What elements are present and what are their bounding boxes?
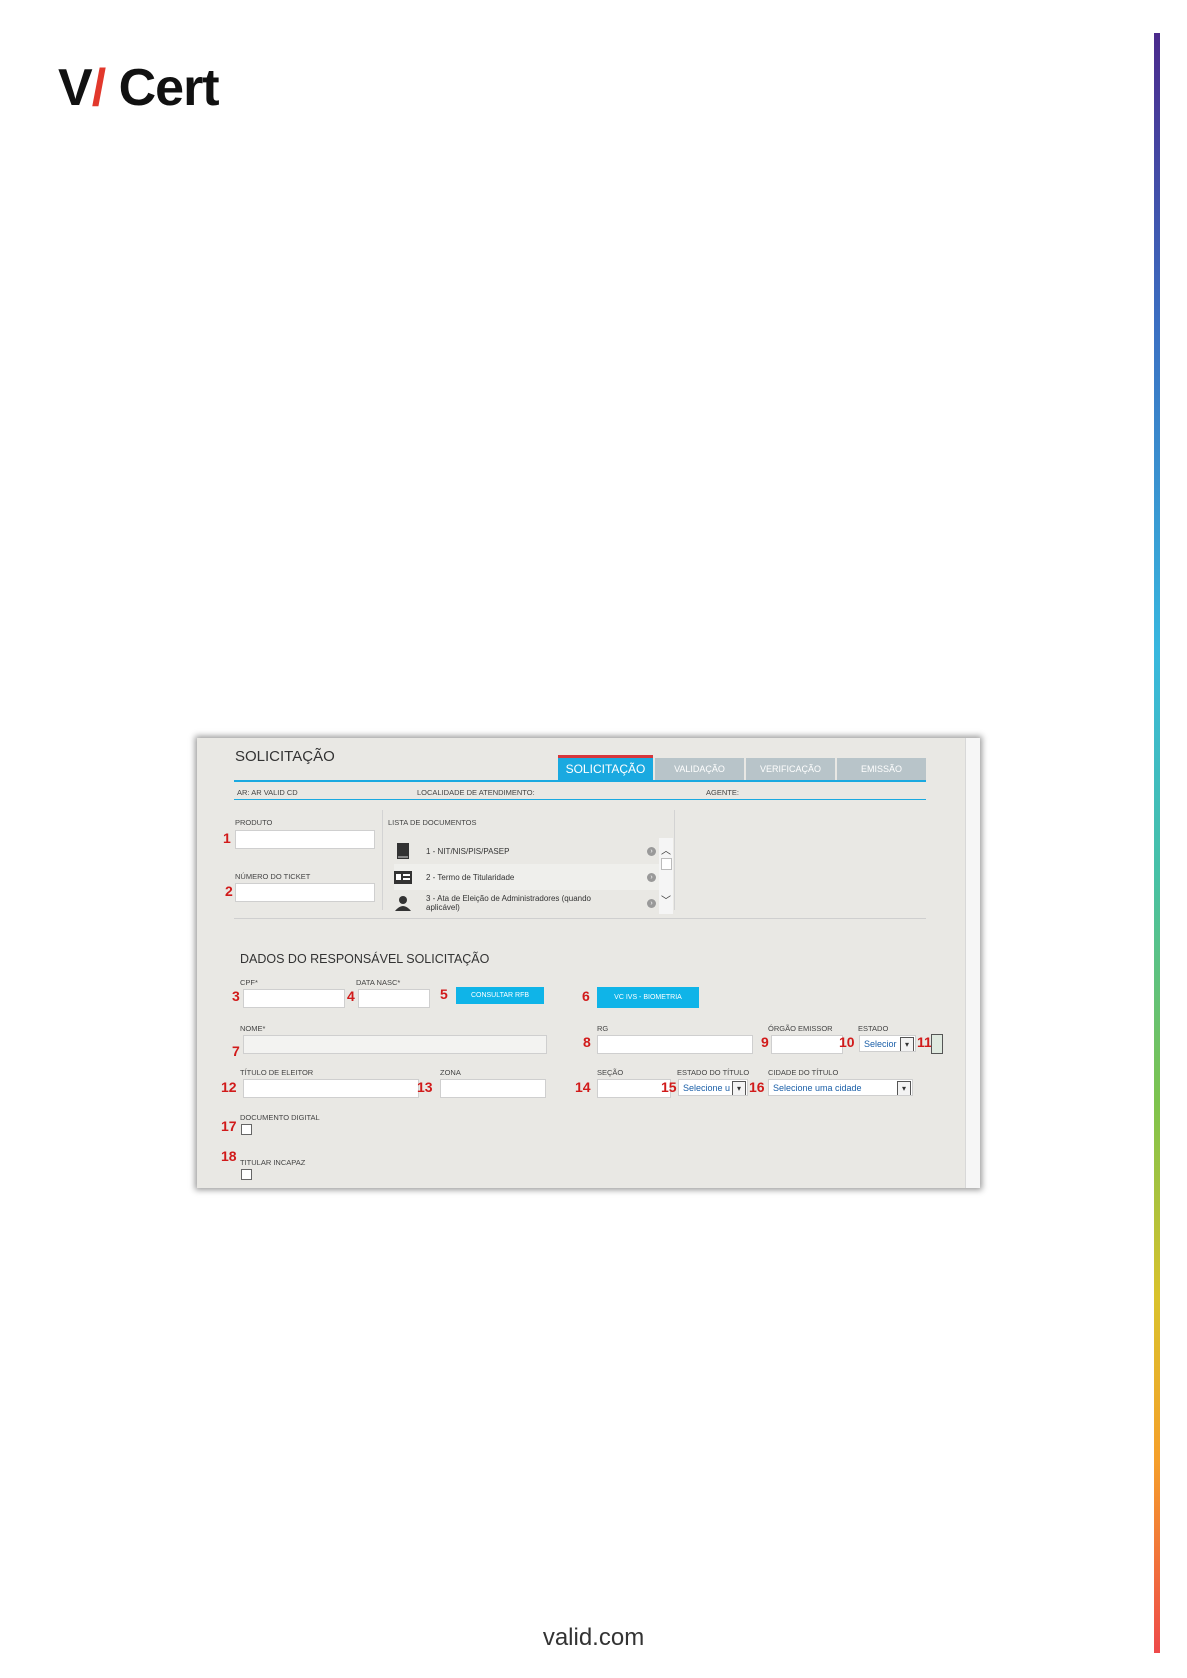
- chevron-down-icon[interactable]: ﹀: [661, 892, 671, 907]
- scroll-thumb[interactable]: [661, 858, 672, 870]
- marker-2: 2: [225, 883, 233, 899]
- consultar-rfb-button[interactable]: CONSULTAR RFB: [456, 987, 544, 1004]
- arrow-right-icon[interactable]: ›: [647, 898, 656, 908]
- tab-validacao[interactable]: VALIDAÇÃO: [655, 758, 744, 780]
- estado-label: ESTADO: [858, 1024, 889, 1033]
- marker-10: 10: [839, 1034, 855, 1050]
- marker-8: 8: [583, 1034, 591, 1050]
- marker-14: 14: [575, 1079, 591, 1095]
- id-card-icon: [394, 869, 412, 885]
- ticket-label: NÚMERO DO TICKET: [235, 872, 311, 881]
- titular-incapaz-checkbox[interactable]: [241, 1169, 252, 1180]
- zona-label: ZONA: [440, 1068, 461, 1077]
- biometria-button[interactable]: VC IVS - BIOMETRIA: [597, 987, 699, 1008]
- list-scrollbar[interactable]: ︿ ﹀: [659, 838, 673, 914]
- document-item[interactable]: 2 - Termo de Titularidade ›: [394, 864, 664, 890]
- vertical-scrollbar[interactable]: [965, 738, 980, 1188]
- marker-16: 16: [749, 1079, 765, 1095]
- orgao-emissor-label: ÓRGÃO EMISSOR: [768, 1024, 833, 1033]
- gradient-side-bar: [1154, 33, 1160, 1653]
- header-divider: [234, 780, 926, 782]
- arrow-right-icon[interactable]: ›: [647, 846, 656, 856]
- section-title: DADOS DO RESPONSÁVEL SOLICITAÇÃO: [240, 952, 490, 966]
- tab-emissao[interactable]: EMISSÃO: [837, 758, 926, 780]
- book-icon: [394, 843, 412, 859]
- marker-17: 17: [221, 1118, 237, 1134]
- stepper-icon[interactable]: [931, 1034, 943, 1054]
- localidade-label: LOCALIDADE DE ATENDIMENTO:: [417, 788, 535, 797]
- cpf-input[interactable]: [243, 989, 345, 1008]
- document-item[interactable]: 1 - NIT/NIS/PIS/PASEP ›: [394, 838, 664, 864]
- marker-6: 6: [582, 988, 590, 1004]
- produto-label: PRODUTO: [235, 818, 273, 827]
- ticket-input[interactable]: [235, 883, 375, 902]
- marker-1: 1: [223, 830, 231, 846]
- tab-verificacao[interactable]: VERIFICAÇÃO: [746, 758, 835, 780]
- section-divider: [234, 918, 926, 919]
- nome-input[interactable]: [243, 1035, 547, 1054]
- nome-label: NOME*: [240, 1024, 266, 1033]
- cpf-label: CPF*: [240, 978, 258, 987]
- chevron-down-icon[interactable]: ▾: [732, 1081, 746, 1095]
- marker-18: 18: [221, 1148, 237, 1164]
- data-nasc-input[interactable]: [358, 989, 430, 1008]
- produto-input[interactable]: [235, 830, 375, 849]
- chevron-down-icon[interactable]: ▾: [900, 1037, 914, 1051]
- estado-titulo-select[interactable]: Selecione u ▾: [678, 1079, 748, 1096]
- marker-4: 4: [347, 988, 355, 1004]
- titular-incapaz-label: TITULAR INCAPAZ: [240, 1158, 306, 1167]
- titulo-eleitor-input[interactable]: [243, 1079, 419, 1098]
- estado-select[interactable]: Selecior ▾: [859, 1035, 916, 1052]
- marker-11: 11: [917, 1034, 932, 1050]
- vcert-logo: V/ Cert: [58, 59, 220, 117]
- info-divider: [234, 799, 926, 800]
- marker-15: 15: [661, 1079, 677, 1095]
- marker-13: 13: [417, 1079, 433, 1095]
- documents-list: 1 - NIT/NIS/PIS/PASEP › 2 - Termo de Tit…: [388, 838, 664, 914]
- titulo-eleitor-label: TÍTULO DE ELEITOR: [240, 1068, 314, 1077]
- secao-label: SEÇÃO: [597, 1068, 624, 1077]
- documento-digital-checkbox[interactable]: [241, 1124, 252, 1135]
- agente-label: AGENTE:: [706, 788, 739, 797]
- marker-3: 3: [232, 988, 240, 1004]
- footer-url: valid.com: [542, 1624, 645, 1651]
- page-title: SOLICITAÇÃO: [235, 748, 335, 765]
- list-divider-right: [674, 810, 675, 910]
- person-icon: [394, 895, 412, 911]
- list-divider: [382, 810, 383, 910]
- data-nasc-label: DATA NASC*: [356, 978, 401, 987]
- marker-5: 5: [440, 986, 448, 1002]
- screenshot-solicitacao: SOLICITAÇÃO SOLICITAÇÃO VALIDAÇÃO VERIFI…: [197, 738, 980, 1188]
- arrow-right-icon[interactable]: ›: [647, 872, 656, 882]
- cidade-titulo-label: CIDADE DO TÍTULO: [768, 1068, 839, 1077]
- marker-9: 9: [761, 1034, 769, 1050]
- cidade-titulo-select[interactable]: Selecione uma cidade ▾: [768, 1079, 913, 1096]
- chevron-up-icon[interactable]: ︿: [661, 842, 671, 857]
- marker-12: 12: [221, 1079, 237, 1095]
- rg-input[interactable]: [597, 1035, 753, 1054]
- rg-label: RG: [597, 1024, 609, 1033]
- lista-documentos-label: LISTA DE DOCUMENTOS: [388, 818, 477, 827]
- marker-7: 7: [232, 1043, 240, 1059]
- tab-solicitacao[interactable]: SOLICITAÇÃO: [558, 755, 653, 780]
- documento-digital-label: DOCUMENTO DIGITAL: [240, 1113, 320, 1122]
- chevron-down-icon[interactable]: ▾: [897, 1081, 911, 1095]
- document-item[interactable]: 3 - Ata de Eleição de Administradores (q…: [394, 890, 664, 916]
- orgao-emissor-input[interactable]: [771, 1035, 843, 1054]
- ar-info: AR: AR VALID CD: [237, 788, 298, 797]
- estado-titulo-label: ESTADO DO TÍTULO: [677, 1068, 750, 1077]
- secao-input[interactable]: [597, 1079, 671, 1098]
- zona-input[interactable]: [440, 1079, 546, 1098]
